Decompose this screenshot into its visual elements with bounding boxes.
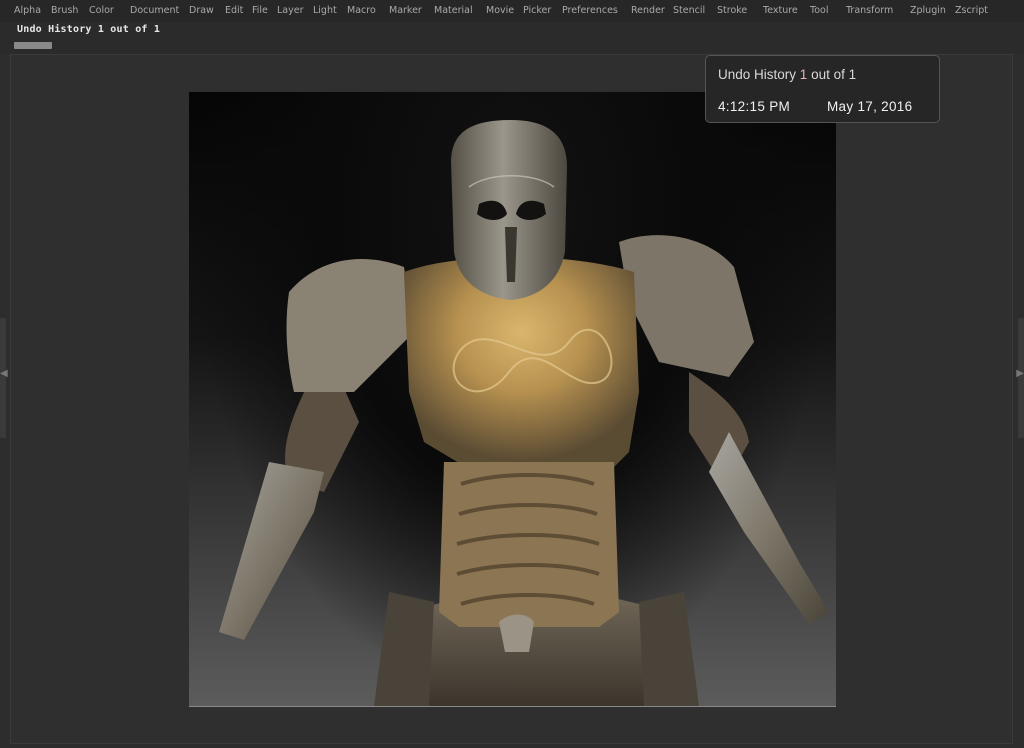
menu-texture[interactable]: Texture [763, 5, 798, 16]
menu-tool[interactable]: Tool [810, 5, 828, 16]
menu-macro[interactable]: Macro [347, 5, 376, 16]
undo-history-title: Undo History 1 out of 1 [17, 24, 161, 35]
menu-picker[interactable]: Picker [523, 5, 551, 16]
menu-brush[interactable]: Brush [51, 5, 78, 16]
menu-file[interactable]: File [252, 5, 268, 16]
menu-stroke[interactable]: Stroke [717, 5, 747, 16]
menu-material[interactable]: Material [434, 5, 473, 16]
menu-transform[interactable]: Transform [846, 5, 893, 16]
menu-draw[interactable]: Draw [189, 5, 214, 16]
tooltip-middle: out of [811, 67, 845, 82]
undo-history-bar: Undo History 1 out of 1 [0, 22, 1024, 54]
menu-movie[interactable]: Movie [486, 5, 514, 16]
right-arrow-icon[interactable]: ▶ [1016, 368, 1024, 379]
menu-preferences[interactable]: Preferences [562, 5, 618, 16]
tooltip-total: 1 [848, 67, 857, 82]
menu-alpha[interactable]: Alpha [14, 5, 41, 16]
tooltip-title: Undo History 1 out of 1 [718, 67, 856, 82]
menu-zplugin[interactable]: Zplugin [910, 5, 946, 16]
tooltip-time: 4:12:15 PM [718, 99, 791, 114]
menu-light[interactable]: Light [313, 5, 337, 16]
menu-render[interactable]: Render [631, 5, 665, 16]
menu-layer[interactable]: Layer [277, 5, 304, 16]
menu-edit[interactable]: Edit [225, 5, 243, 16]
menu-marker[interactable]: Marker [389, 5, 422, 16]
tooltip-prefix: Undo History [718, 67, 797, 82]
undo-history-tooltip: Undo History 1 out of 1 4:12:15 PM May 1… [705, 55, 940, 123]
menu-stencil[interactable]: Stencil [673, 5, 705, 16]
armor-sculpt-model [219, 120, 829, 706]
menu-bar: Alpha Brush Color Document Draw Edit Fil… [0, 0, 1024, 22]
tooltip-current: 1 [799, 67, 808, 82]
left-arrow-icon[interactable]: ◀ [0, 368, 8, 379]
undo-history-slider[interactable] [14, 42, 52, 49]
menu-color[interactable]: Color [89, 5, 114, 16]
menu-document[interactable]: Document [130, 5, 179, 16]
document-canvas[interactable] [189, 92, 836, 707]
menu-zscript[interactable]: Zscript [955, 5, 988, 16]
tooltip-date: May 17, 2016 [827, 99, 913, 114]
